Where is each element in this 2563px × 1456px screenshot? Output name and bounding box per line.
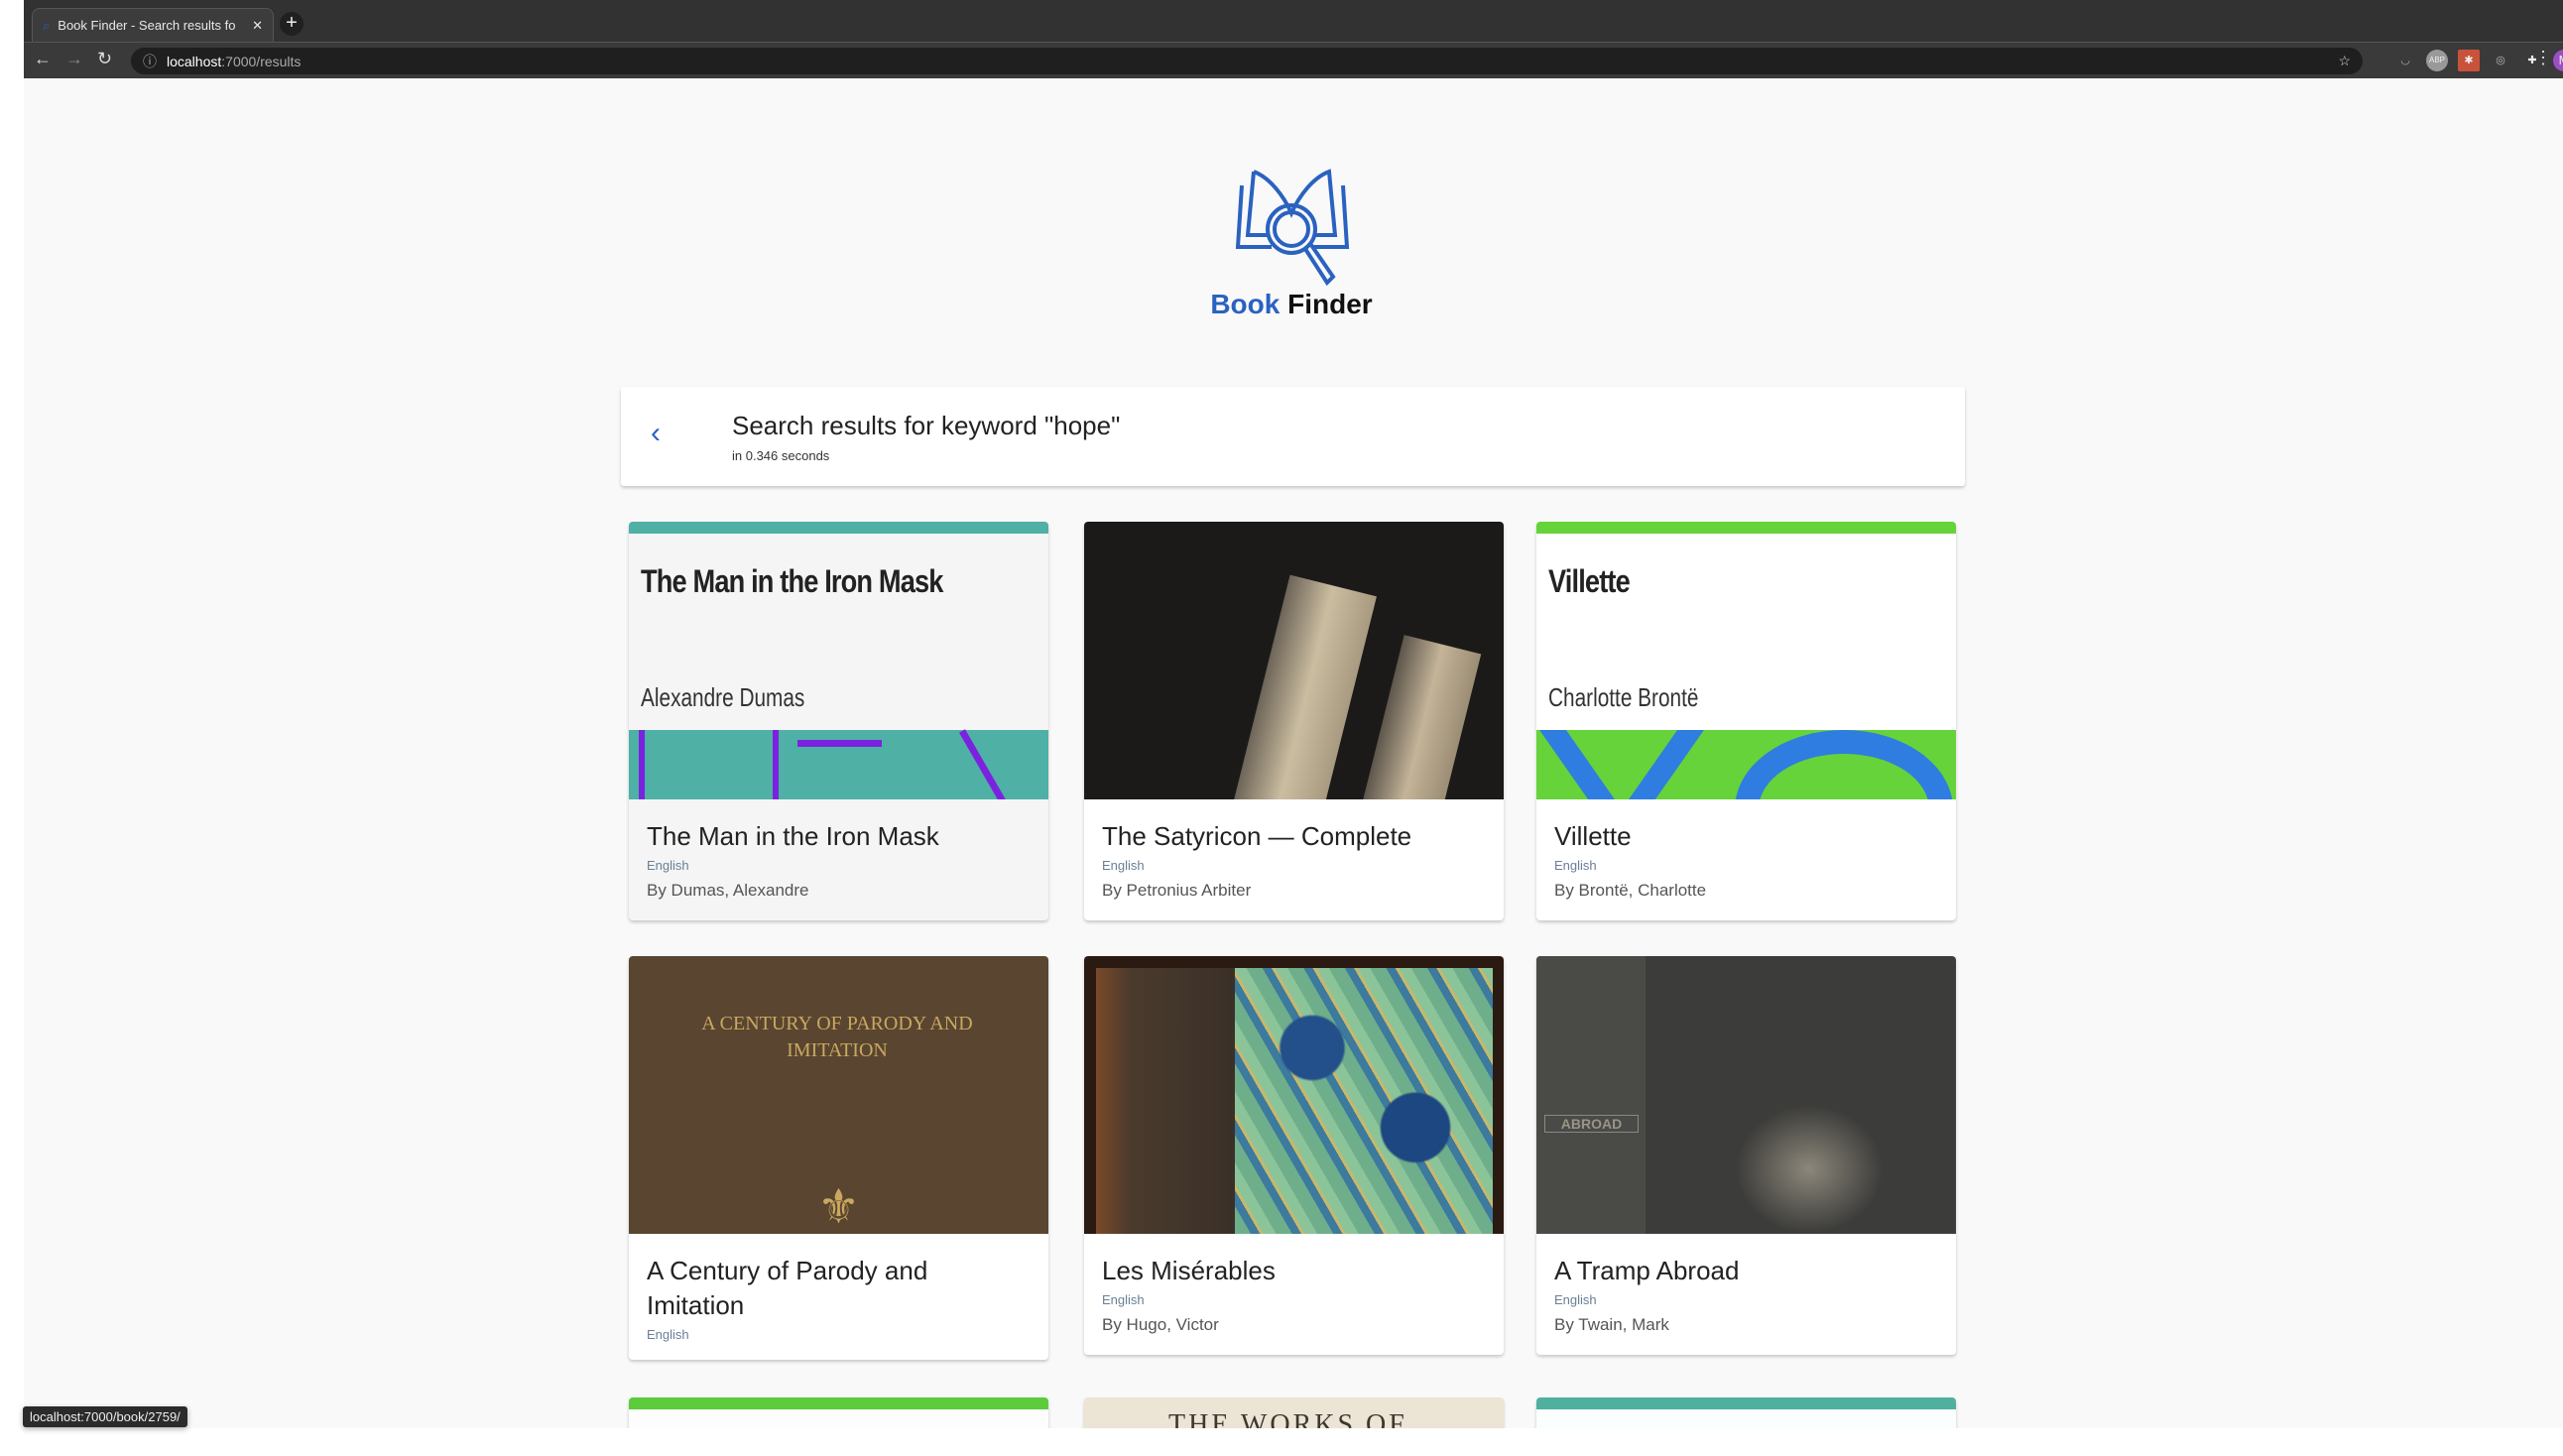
cover-text: A CENTURY OF PARODY AND IMITATION: [701, 1013, 973, 1061]
info-icon: ⓘ: [143, 53, 157, 69]
book-title[interactable]: A Century of Parody and Imitation: [647, 1254, 1031, 1323]
cover-text: THE WORKS OF: [1168, 1409, 1407, 1428]
profile-avatar[interactable]: M: [2553, 50, 2563, 71]
address-bar[interactable]: ⓘ localhost:7000/results ☆: [131, 48, 2363, 74]
brand-book: Book: [1210, 289, 1281, 319]
book-card[interactable]: THE WORKS OF: [1084, 1397, 1504, 1428]
new-tab-button[interactable]: +: [280, 12, 304, 36]
tab-title: Book Finder - Search results fo: [58, 18, 236, 33]
adblock-icon[interactable]: ABP: [2426, 50, 2448, 71]
page: Book Finder ‹ Search results for keyword…: [24, 78, 2563, 1428]
book-language: English: [1554, 858, 1597, 873]
book-card[interactable]: [1536, 1397, 1956, 1428]
extension-target-icon[interactable]: ◎: [2490, 50, 2511, 71]
results-timing: in 0.346 seconds: [732, 448, 830, 463]
browser-chrome: ⌕ Book Finder - Search results fo ✕ + ← …: [24, 0, 2563, 78]
book-author: By Dumas, Alexandre: [647, 881, 809, 900]
brand-name: Book Finder: [1192, 289, 1391, 320]
book-cover: [1084, 956, 1504, 1234]
book-title[interactable]: Villette: [1554, 819, 1938, 854]
cover-title: Villette: [1548, 563, 1631, 599]
book-finder-logo-icon: [1235, 169, 1350, 287]
cover-author: Alexandre Dumas: [641, 682, 805, 712]
cover-text: ABROAD: [1544, 1115, 1639, 1133]
book-card[interactable]: ABROAD A Tramp Abroad English By Twain, …: [1536, 956, 1956, 1355]
brand-finder: Finder: [1287, 289, 1373, 319]
forward-icon[interactable]: →: [65, 49, 83, 69]
toolbar: ← → ↻ ⓘ localhost:7000/results ☆ ◡ ABP ✱…: [24, 42, 2563, 78]
favicon-icon: ⌕: [43, 17, 51, 33]
book-language: English: [647, 858, 689, 873]
book-author: By Brontë, Charlotte: [1554, 881, 1707, 900]
url-path: :7000/results: [221, 53, 302, 69]
book-cover: The Man in the Iron Mask Alexandre Dumas: [629, 522, 1048, 799]
book-title[interactable]: The Satyricon — Complete: [1102, 819, 1486, 854]
browser-tab[interactable]: ⌕ Book Finder - Search results fo ✕: [32, 8, 274, 42]
book-title[interactable]: Les Misérables: [1102, 1254, 1486, 1288]
pocket-icon[interactable]: ◡: [2394, 50, 2416, 71]
book-author: By Twain, Mark: [1554, 1315, 1669, 1334]
extension-bug-icon[interactable]: ✱: [2458, 50, 2480, 71]
cover-title: The Man in the Iron Mask: [641, 563, 943, 599]
menu-kebab-icon[interactable]: ⋮: [2534, 48, 2552, 68]
book-card[interactable]: A CENTURY OF PARODY AND IMITATION ⚜ A Ce…: [629, 956, 1048, 1360]
link-status-tooltip: localhost:7000/book/2759/: [23, 1406, 187, 1427]
book-cover: Villette Charlotte Brontë: [1536, 522, 1956, 799]
ornament-icon: ⚜: [817, 1181, 861, 1234]
back-icon[interactable]: ←: [34, 49, 52, 69]
book-title[interactable]: A Tramp Abroad: [1554, 1254, 1938, 1288]
search-results-header: ‹ Search results for keyword "hope" in 0…: [621, 387, 1965, 486]
book-cover: A CENTURY OF PARODY AND IMITATION ⚜: [629, 956, 1048, 1234]
book-language: English: [647, 1327, 689, 1342]
book-card[interactable]: The Man in the Iron Mask Alexandre Dumas…: [629, 522, 1048, 920]
book-language: English: [1554, 1292, 1597, 1307]
book-cover: ABROAD: [1536, 956, 1956, 1234]
cover-author: Charlotte Brontë: [1548, 682, 1699, 712]
book-card[interactable]: The Satyricon — Complete English By Petr…: [1084, 522, 1504, 920]
back-chevron-icon[interactable]: ‹: [651, 417, 661, 450]
book-language: English: [1102, 1292, 1145, 1307]
url-host: localhost: [167, 53, 222, 69]
book-card[interactable]: Villette Charlotte Brontë Villette Engli…: [1536, 522, 1956, 920]
book-title[interactable]: The Man in the Iron Mask: [647, 819, 1031, 854]
book-card[interactable]: [629, 1397, 1048, 1428]
close-tab-icon[interactable]: ✕: [252, 18, 263, 34]
bookmark-star-icon[interactable]: ☆: [2338, 53, 2351, 69]
reload-icon[interactable]: ↻: [97, 49, 112, 69]
book-cover: [1084, 522, 1504, 799]
book-author: By Hugo, Victor: [1102, 1315, 1219, 1334]
book-author: By Petronius Arbiter: [1102, 881, 1252, 900]
book-language: English: [1102, 858, 1145, 873]
results-title: Search results for keyword "hope": [732, 411, 1121, 440]
book-card[interactable]: Les Misérables English By Hugo, Victor: [1084, 956, 1504, 1355]
